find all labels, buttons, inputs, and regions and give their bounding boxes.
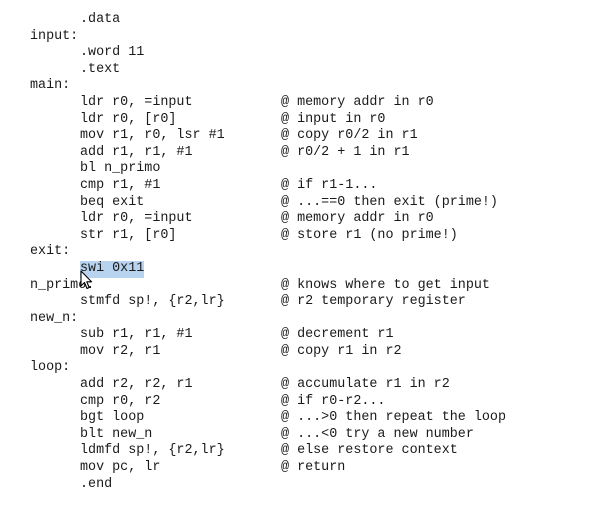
code-label: new_n: bbox=[30, 310, 79, 326]
code-comment: @ store r1 (no prime!) bbox=[281, 227, 458, 243]
code-instruction: ldr r0, [r0] bbox=[80, 111, 177, 127]
code-comment: @ ...==0 then exit (prime!) bbox=[281, 194, 498, 210]
code-comment: @ input in r0 bbox=[281, 111, 386, 127]
code-editor[interactable]: .data input: .word 11 .text main: ldr r0, =in… bbox=[0, 0, 589, 525]
code-comment: @ copy r0/2 in r1 bbox=[281, 128, 418, 144]
code-label: input: bbox=[30, 28, 79, 44]
code-instruction: sub r1, r1, #1 bbox=[80, 327, 193, 343]
code-instruction: beq exit bbox=[80, 194, 145, 210]
code-instruction: .data bbox=[80, 12, 121, 27]
code-label: main: bbox=[30, 78, 71, 94]
code-instruction: stmfd sp!, {r2,lr} bbox=[80, 294, 225, 310]
code-comment: @ r2 temporary register bbox=[281, 294, 466, 310]
mouse-pointer-icon bbox=[80, 270, 93, 290]
code-comment: @ ...<0 try a new number bbox=[281, 426, 474, 442]
code-comment: @ if r1-1... bbox=[281, 177, 378, 193]
code-instruction: bl n_primo bbox=[80, 161, 161, 177]
code-instruction: ldr r0, =input bbox=[80, 211, 193, 227]
code-instruction: .text bbox=[80, 61, 121, 77]
code-instruction: .end bbox=[80, 476, 113, 492]
code-comment: @ else restore context bbox=[281, 443, 458, 459]
code-instruction: add r1, r1, #1 bbox=[80, 144, 193, 160]
code-instruction: str r1, [r0] bbox=[80, 227, 177, 243]
code-instruction: bgt loop bbox=[80, 410, 145, 426]
code-comment: @ r0/2 + 1 in r1 bbox=[281, 144, 410, 160]
code-comment: @ return bbox=[281, 460, 346, 476]
code-instruction: .word 11 bbox=[80, 45, 145, 61]
code-instruction: mov r2, r1 bbox=[80, 343, 161, 359]
code-instruction: mov r1, r0, lsr #1 bbox=[80, 128, 225, 144]
code-instruction: add r2, r2, r1 bbox=[80, 377, 193, 393]
code-instruction: blt new_n bbox=[80, 426, 153, 442]
code-comment: @ accumulate r1 in r2 bbox=[281, 377, 450, 393]
code-comment: @ copy r1 in r2 bbox=[281, 343, 402, 359]
code-comment: @ knows where to get input bbox=[281, 277, 490, 293]
code-comment: @ ...>0 then repeat the loop bbox=[281, 410, 506, 426]
code-comment: @ decrement r1 bbox=[281, 327, 394, 343]
code-instruction: mov pc, lr bbox=[80, 460, 161, 476]
code-label: loop: bbox=[30, 360, 71, 376]
code-instruction: cmp r1, #1 bbox=[80, 177, 161, 193]
code-comment: @ memory addr in r0 bbox=[281, 94, 434, 110]
code-comment: @ memory addr in r0 bbox=[281, 211, 434, 227]
code-instruction: ldr r0, =input bbox=[80, 94, 193, 110]
code-instruction: ldmfd sp!, {r2,lr} bbox=[80, 443, 225, 459]
code-label: exit: bbox=[30, 244, 71, 260]
code-comment: @ if r0-r2... bbox=[281, 393, 386, 409]
code-instruction: cmp r0, r2 bbox=[80, 393, 161, 409]
